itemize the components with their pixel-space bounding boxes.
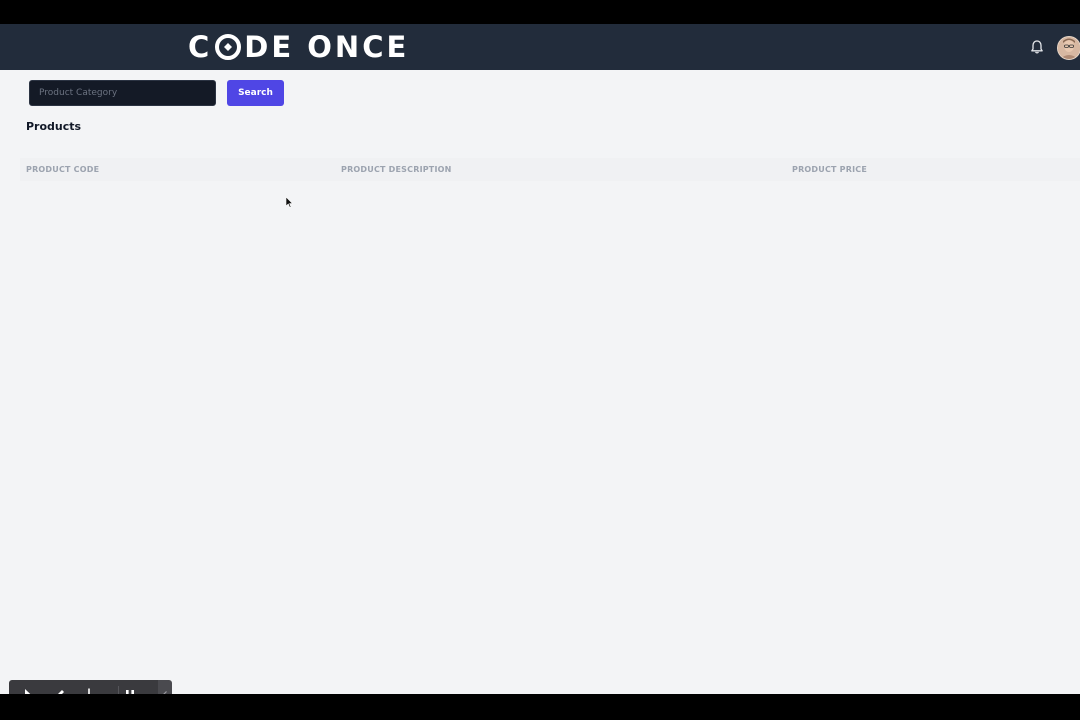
product-category-input[interactable] — [29, 80, 216, 106]
pause-icon[interactable] — [122, 687, 138, 694]
pointer-icon[interactable] — [21, 687, 37, 694]
logo-mark-icon — [215, 34, 242, 60]
products-heading: Products — [26, 120, 82, 133]
avatar-image — [1058, 37, 1080, 59]
pencil-icon[interactable] — [51, 687, 67, 694]
toolbar-divider — [118, 686, 119, 694]
logo-text-right: DE ONCE — [244, 30, 410, 64]
column-header-product-price: PRODUCT PRICE — [792, 165, 868, 174]
logo-text-left: C — [188, 30, 213, 64]
search-button[interactable]: Search — [227, 80, 284, 106]
toolbar-collapse-button[interactable] — [158, 680, 172, 694]
bell-icon[interactable] — [1029, 39, 1045, 55]
broom-icon[interactable] — [81, 687, 97, 694]
chevron-left-icon — [163, 691, 167, 694]
logo[interactable]: C DE ONCE — [188, 32, 409, 62]
annotation-toolbar — [9, 680, 172, 694]
column-header-product-code: PRODUCT CODE — [26, 165, 100, 174]
mouse-cursor-icon — [286, 197, 294, 208]
products-table-header: PRODUCT CODE PRODUCT DESCRIPTION PRODUCT… — [20, 158, 1080, 181]
user-avatar[interactable] — [1057, 36, 1080, 60]
column-header-product-description: PRODUCT DESCRIPTION — [341, 165, 452, 174]
top-navbar: C DE ONCE — [0, 24, 1080, 70]
app-window: C DE ONCE Search Products — [0, 24, 1080, 694]
